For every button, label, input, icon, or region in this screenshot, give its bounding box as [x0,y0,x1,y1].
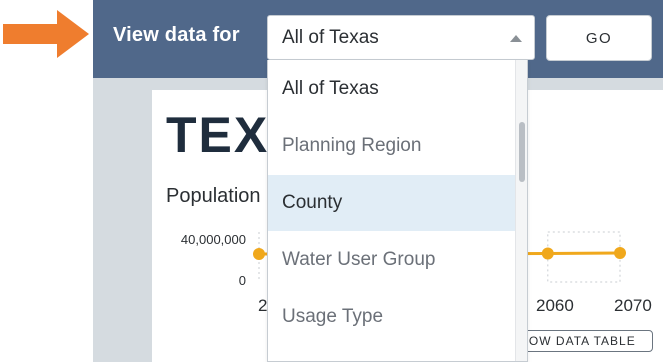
caret-up-icon [510,35,522,42]
go-button[interactable]: GO [546,15,652,61]
dropdown-option-highlighted[interactable]: County [268,175,516,231]
dropdown-option[interactable]: Usage Type [268,289,516,345]
pointer-arrow-icon [3,10,89,58]
annotation-area [0,0,93,362]
dropdown-option[interactable]: Planning Region [268,118,516,174]
region-dropdown-list: All of Texas Planning Region County Wate… [267,60,528,362]
region-select[interactable]: All of Texas [267,15,535,60]
region-select-value: All of Texas [282,27,379,48]
data-point [541,247,554,260]
app-window: View data for All of Texas GO TEX Popula… [93,0,663,362]
data-point [253,248,265,260]
view-data-label: View data for [113,24,240,46]
scrollbar-thumb[interactable] [519,122,525,182]
x-tick-label: 2070 [614,296,652,315]
dropdown-scrollbar[interactable] [515,60,527,361]
dropdown-option[interactable]: All of Texas [268,61,516,117]
dropdown-option[interactable]: Water User Group [268,232,516,288]
x-tick-label: 2060 [536,296,574,315]
data-point [614,247,626,259]
chart-grid [547,231,621,283]
